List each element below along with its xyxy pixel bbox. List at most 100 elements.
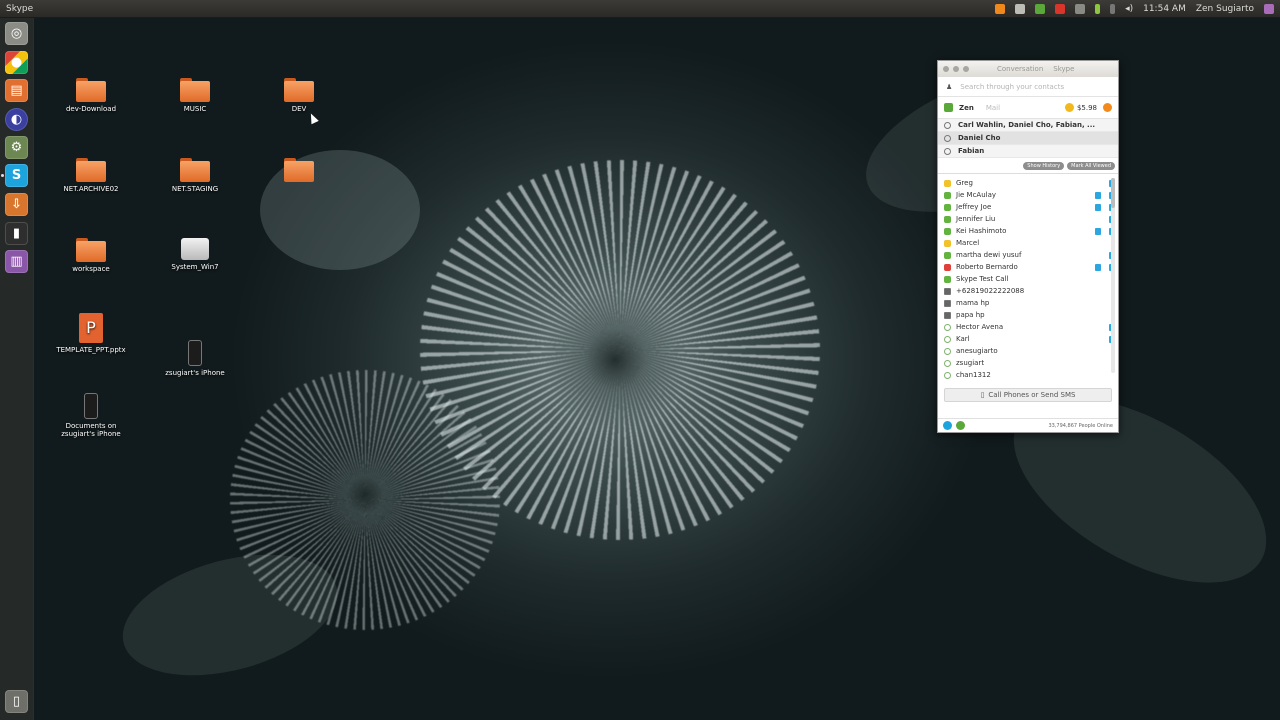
credit-area[interactable]: $5.98 xyxy=(1064,103,1097,112)
eclipse-icon[interactable]: ◐ xyxy=(5,108,28,131)
dash-icon[interactable]: ◎ xyxy=(5,22,28,45)
desktop-icon-template-pptx[interactable]: P TEMPLATE_PPT.pptx xyxy=(46,313,136,354)
chat-bubble-icon xyxy=(944,134,951,142)
terminal-icon[interactable]: ▮ xyxy=(5,222,28,245)
call-button-label: Call Phones or Send SMS xyxy=(988,391,1076,399)
call-phones-button[interactable]: ▯ Call Phones or Send SMS xyxy=(944,388,1112,402)
trash-icon[interactable]: ▯ xyxy=(5,690,28,713)
status-online-icon xyxy=(944,191,951,199)
files-icon[interactable]: ▤ xyxy=(5,79,28,102)
desktop-icon-label: zsugiart's iPhone xyxy=(165,369,225,377)
add-contact-icon[interactable] xyxy=(956,421,965,430)
folder-icon xyxy=(284,158,314,182)
skype-status-icon[interactable] xyxy=(1035,3,1046,14)
contact-item[interactable]: anesugiarto xyxy=(938,345,1118,357)
desktop-icon-dev[interactable]: DEV xyxy=(254,78,344,113)
contact-item[interactable]: Kei Hashimoto xyxy=(938,225,1118,237)
minimize-icon[interactable] xyxy=(953,66,959,72)
settings-icon[interactable]: ⚙ xyxy=(5,136,28,159)
contact-name: Marcel xyxy=(956,239,980,247)
contact-name: Roberto Bernardo xyxy=(956,263,1018,271)
contact-item[interactable]: Karl xyxy=(938,333,1118,345)
contact-name: Greg xyxy=(956,179,973,187)
vlc-icon[interactable] xyxy=(995,3,1006,14)
bluetooth-icon[interactable] xyxy=(1110,3,1116,14)
mark-all-viewed-button[interactable]: Mark All Viewed xyxy=(1067,161,1115,170)
desktop-icon-net-archive02[interactable]: NET.ARCHIVE02 xyxy=(46,158,136,193)
skype-footer: 33,794,867 People Online xyxy=(938,418,1118,432)
volume-icon[interactable]: ◂) xyxy=(1125,4,1133,14)
folder-icon xyxy=(180,78,210,102)
status-dnd-icon xyxy=(944,263,951,271)
skype-icon[interactable]: S xyxy=(5,164,28,187)
contact-item[interactable]: mama hp xyxy=(938,297,1118,309)
desktop-icon-dev-download[interactable]: dev-Download xyxy=(46,78,136,113)
conversation-item[interactable]: Fabian xyxy=(938,145,1118,158)
search-input[interactable]: Search through your contacts xyxy=(960,83,1064,91)
contact-name: anesugiarto xyxy=(956,347,998,355)
status-online-icon[interactable] xyxy=(944,103,953,112)
contact-item[interactable]: Hector Avena xyxy=(938,321,1118,333)
desktop-icon-system-win7[interactable]: System_Win7 xyxy=(150,238,240,271)
contact-item[interactable]: zsugiart xyxy=(938,357,1118,369)
skype-menubar: Conversation Skype xyxy=(997,65,1074,73)
conversation-item[interactable]: Carl Wahlin, Daniel Cho, Fabian, ... xyxy=(938,119,1118,132)
desktop-icon-folder[interactable] xyxy=(254,158,344,185)
skype-titlebar: Conversation Skype xyxy=(938,61,1118,77)
battery-icon[interactable] xyxy=(1095,3,1101,14)
profile-name[interactable]: Zen xyxy=(959,104,974,112)
contact-item[interactable]: martha dewi yusuf xyxy=(938,249,1118,261)
contact-item[interactable]: Greg xyxy=(938,177,1118,189)
desktop-icon-label: NET.STAGING xyxy=(171,185,219,193)
credit-balance: $5.98 xyxy=(1076,103,1097,112)
device-badge-icon xyxy=(1095,227,1101,235)
show-history-button[interactable]: Show History xyxy=(1023,161,1065,170)
recent-conversations: Carl Wahlin, Daniel Cho, Fabian, ... Dan… xyxy=(938,119,1118,158)
skype-window: Conversation Skype ♟ Search through your… xyxy=(937,60,1119,433)
contact-item[interactable]: +62819022222088 xyxy=(938,285,1118,297)
menu-conversation[interactable]: Conversation xyxy=(997,65,1043,73)
desktop-icon-label: TEMPLATE_PPT.pptx xyxy=(56,346,126,354)
contact-item[interactable]: Marcel xyxy=(938,237,1118,249)
desktop-icon-workspace[interactable]: workspace xyxy=(46,238,136,273)
desktop-icon-net-staging[interactable]: NET.STAGING xyxy=(150,158,240,193)
desktop-icon-iphone[interactable]: zsugiart's iPhone xyxy=(150,340,240,377)
contact-list-scrollbar[interactable] xyxy=(1111,178,1115,373)
desktop-icon-label: Documents on zsugiart's iPhone xyxy=(61,422,121,438)
contact-item[interactable]: Jie McAulay xyxy=(938,189,1118,201)
network-icon[interactable] xyxy=(1015,3,1026,14)
people-online: 33,794,867 People Online xyxy=(1048,422,1113,429)
maximize-icon[interactable] xyxy=(963,66,969,72)
skype-logo-icon[interactable] xyxy=(943,421,952,430)
close-icon[interactable] xyxy=(943,66,949,72)
chat-icon[interactable] xyxy=(1075,3,1086,14)
status-offline-icon xyxy=(944,323,951,331)
contact-item[interactable]: chan1312 xyxy=(938,369,1118,381)
contact-item[interactable]: Roberto Bernardo xyxy=(938,261,1118,273)
chrome-icon[interactable]: ● xyxy=(5,51,28,74)
conversation-item[interactable]: Daniel Cho xyxy=(938,132,1118,145)
window-title: Skype xyxy=(6,3,34,14)
history-actions: Show History Mark All Viewed xyxy=(938,158,1118,174)
workspaces-icon[interactable]: ▥ xyxy=(5,250,28,273)
contact-item[interactable]: Jeffrey Joe xyxy=(938,201,1118,213)
menu-skype[interactable]: Skype xyxy=(1053,65,1074,73)
alert-icon[interactable] xyxy=(1055,3,1066,14)
desktop-icon-music[interactable]: MUSIC xyxy=(150,78,240,113)
contact-name: Jie McAulay xyxy=(956,191,997,199)
download-icon[interactable]: ⇩ xyxy=(5,193,28,216)
session-icon[interactable] xyxy=(1264,3,1274,14)
contact-item[interactable]: Skype Test Call xyxy=(938,273,1118,285)
mail-tab[interactable]: Mail xyxy=(986,104,1000,112)
user-name[interactable]: Zen Sugiarto xyxy=(1196,4,1254,14)
contact-search[interactable]: ♟ Search through your contacts xyxy=(938,77,1118,97)
desktop-icon-iphone-documents[interactable]: Documents on zsugiart's iPhone xyxy=(46,393,136,438)
contact-item[interactable]: Jennifer Liu xyxy=(938,213,1118,225)
clock[interactable]: 11:54 AM xyxy=(1143,4,1186,14)
phone-icon: ▯ xyxy=(980,391,985,399)
contact-name: Kei Hashimoto xyxy=(956,227,1007,235)
contact-item[interactable]: papa hp xyxy=(938,309,1118,321)
status-online-icon xyxy=(944,275,951,283)
desktop-icon-label: MUSIC xyxy=(183,105,207,113)
notification-icon[interactable] xyxy=(1103,103,1112,112)
